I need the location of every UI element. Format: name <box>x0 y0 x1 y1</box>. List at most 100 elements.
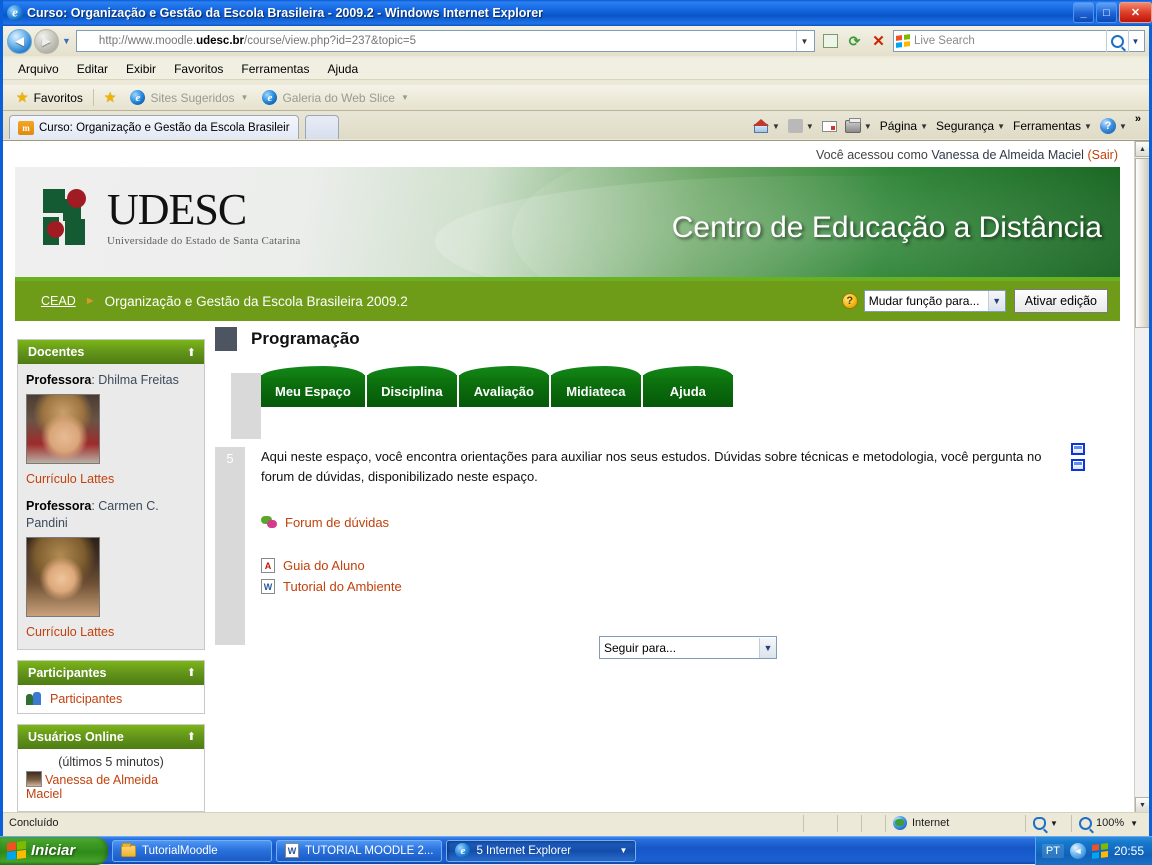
highlight-section-icon[interactable] <box>1071 459 1085 471</box>
chevron-down-icon[interactable]: ▼ <box>1084 122 1092 131</box>
page-menu-button[interactable]: Página ▼ <box>876 119 932 133</box>
search-input[interactable]: Live Search ▼ <box>893 30 1145 52</box>
block-docentes: Docentes ⬆ Professora: Dhilma Freitas Cu… <box>17 339 205 650</box>
menu-exibir[interactable]: Exibir <box>117 60 165 78</box>
chevron-down-icon[interactable]: ▼ <box>620 846 628 855</box>
menu-arquivo[interactable]: Arquivo <box>9 60 68 78</box>
zoom-control[interactable]: 100% ▼ <box>1071 814 1149 832</box>
teacher-role: Professora <box>26 499 92 514</box>
taskbar-item-internet-explorer[interactable]: 5 Internet Explorer ▼ <box>446 839 637 862</box>
chevron-down-icon[interactable]: ▼ <box>772 122 780 131</box>
forward-button[interactable]: ► <box>34 28 59 54</box>
security-zone[interactable]: Internet <box>885 814 1025 832</box>
forum-icon <box>261 515 277 530</box>
tray-windows-icon[interactable] <box>1091 842 1108 859</box>
status-bar: Concluído Internet ▼ 100% ▼ <box>3 812 1149 833</box>
taskbar-item-tutorial-moodle-doc[interactable]: W TUTORIAL MOODLE 2... <box>276 839 443 862</box>
menu-ajuda[interactable]: Ajuda <box>318 60 367 78</box>
feeds-button[interactable]: ▼ <box>784 119 818 133</box>
menu-editar[interactable]: Editar <box>68 60 117 78</box>
taskbar-item-tutorialmoodle[interactable]: TutorialMoodle <box>112 839 272 862</box>
chevron-down-icon[interactable]: ▼ <box>920 122 928 131</box>
back-button[interactable]: ◄ <box>7 28 32 54</box>
tab-disciplina[interactable]: Disciplina <box>366 366 457 407</box>
list-item[interactable]: W Tutorial do Ambiente <box>261 579 1115 595</box>
collapse-icon[interactable]: ⬆ <box>187 666 196 679</box>
title-bar: Curso: Organização e Gestão da Escola Br… <box>3 0 1152 26</box>
browser-tab[interactable]: m Curso: Organização e Gestão da Escola … <box>9 115 299 139</box>
close-button[interactable]: ✕ <box>1119 2 1152 23</box>
stop-button[interactable]: ✕ <box>867 30 890 53</box>
jump-to-select[interactable]: Seguir para... ▼ <box>599 636 777 660</box>
resource-link[interactable]: Guia do Aluno <box>283 558 365 573</box>
maximize-button[interactable]: □ <box>1096 2 1117 23</box>
tab-meu-espaco[interactable]: Meu Espaço <box>261 366 365 407</box>
tab-midiateca[interactable]: Midiateca <box>550 366 641 407</box>
chevron-down-icon[interactable]: ▼ <box>864 122 872 131</box>
breadcrumb-home-link[interactable]: CEAD <box>41 294 76 308</box>
resource-link[interactable]: Forum de dúvidas <box>285 515 389 530</box>
tab-ajuda[interactable]: Ajuda <box>642 366 733 407</box>
avatar <box>26 770 42 787</box>
language-indicator[interactable]: PT <box>1041 843 1064 858</box>
compatibility-view-button[interactable] <box>819 30 842 53</box>
protected-mode-indicator[interactable]: ▼ <box>1025 814 1071 832</box>
web-slice-gallery-button[interactable]: Galeria do Web Slice ▼ <box>255 90 415 105</box>
mail-button[interactable] <box>818 120 841 132</box>
chevron-down-icon[interactable]: ▼ <box>1130 819 1138 828</box>
participants-link[interactable]: Participantes <box>50 692 122 706</box>
tab-avaliacao[interactable]: Avaliação <box>458 366 549 407</box>
recent-pages-chevron-icon[interactable]: ▼ <box>62 36 71 46</box>
logout-link[interactable]: (Sair) <box>1087 148 1118 162</box>
show-only-section-icon[interactable] <box>1071 443 1085 455</box>
scroll-down-button[interactable]: ▼ <box>1135 797 1149 812</box>
start-button[interactable]: Iniciar <box>0 836 108 865</box>
search-provider-chevron-icon[interactable]: ▼ <box>1128 30 1142 52</box>
address-dropdown-icon[interactable]: ▼ <box>796 31 812 51</box>
scrollbar-thumb[interactable] <box>1135 158 1149 328</box>
new-tab-button[interactable] <box>305 115 339 139</box>
help-menu-button[interactable]: ? ▼ <box>1096 118 1131 134</box>
page-scrollbar[interactable]: ▲ ▼ <box>1134 141 1149 812</box>
status-text: Concluído <box>9 817 59 829</box>
chevron-down-icon[interactable]: ▼ <box>241 93 249 102</box>
chevron-down-icon[interactable]: ▼ <box>806 122 814 131</box>
home-button[interactable]: ▼ <box>749 119 784 133</box>
address-bar-row: ◄ ► ▼ m http://www.moodle.udesc.br/cours… <box>3 26 1149 56</box>
online-note: (últimos 5 minutos) <box>58 754 164 769</box>
add-to-favorites-button[interactable]: ★ <box>97 89 124 106</box>
minimize-button[interactable]: _ <box>1073 2 1094 23</box>
udesc-logomark-icon <box>43 189 99 247</box>
suggested-sites-button[interactable]: Sites Sugeridos ▼ <box>123 90 255 105</box>
taskbar-item-label: TutorialMoodle <box>142 844 218 857</box>
tools-menu-button[interactable]: Ferramentas ▼ <box>1009 119 1096 133</box>
list-item[interactable]: Forum de dúvidas <box>261 515 1115 530</box>
toolbar-overflow-button[interactable]: » <box>1131 113 1145 125</box>
print-button[interactable]: ▼ <box>841 117 876 133</box>
refresh-button[interactable]: ⟳ <box>843 30 866 53</box>
scroll-up-button[interactable]: ▲ <box>1135 141 1149 157</box>
security-menu-button[interactable]: Segurança ▼ <box>932 119 1009 133</box>
address-input[interactable]: m http://www.moodle.udesc.br/course/view… <box>75 30 815 52</box>
chevron-down-icon[interactable]: ▼ <box>401 93 409 102</box>
turn-editing-on-button[interactable]: Ativar edição <box>1013 289 1108 313</box>
menu-favoritos[interactable]: Favoritos <box>165 60 232 78</box>
help-icon[interactable]: ? <box>841 293 858 309</box>
favorites-button[interactable]: ★ Favoritos <box>9 89 90 106</box>
online-user-link[interactable]: Vanessa de Almeida Maciel <box>26 773 158 801</box>
menu-ferramentas[interactable]: Ferramentas <box>232 60 318 78</box>
collapse-icon[interactable]: ⬆ <box>187 730 196 743</box>
clock[interactable]: 20:55 <box>1114 844 1144 858</box>
lattes-link[interactable]: Currículo Lattes <box>26 625 196 639</box>
chevron-down-icon[interactable]: ▼ <box>1119 122 1127 131</box>
show-hidden-icons-chevron-icon[interactable]: ◄ <box>1069 842 1086 859</box>
command-bar: ▼ ▼ ▼ Página ▼ Segurança ▼ Ferramentas ▼… <box>749 113 1145 139</box>
chevron-down-icon[interactable]: ▼ <box>997 122 1005 131</box>
lattes-link[interactable]: Currículo Lattes <box>26 472 196 486</box>
collapse-icon[interactable]: ⬆ <box>187 346 196 359</box>
list-item[interactable]: A Guia do Aluno <box>261 558 1115 574</box>
search-go-icon[interactable] <box>1106 30 1128 52</box>
resource-link[interactable]: Tutorial do Ambiente <box>283 579 402 594</box>
role-select[interactable]: Mudar função para... ▼ <box>863 290 1006 312</box>
chevron-down-icon[interactable]: ▼ <box>1050 819 1058 828</box>
